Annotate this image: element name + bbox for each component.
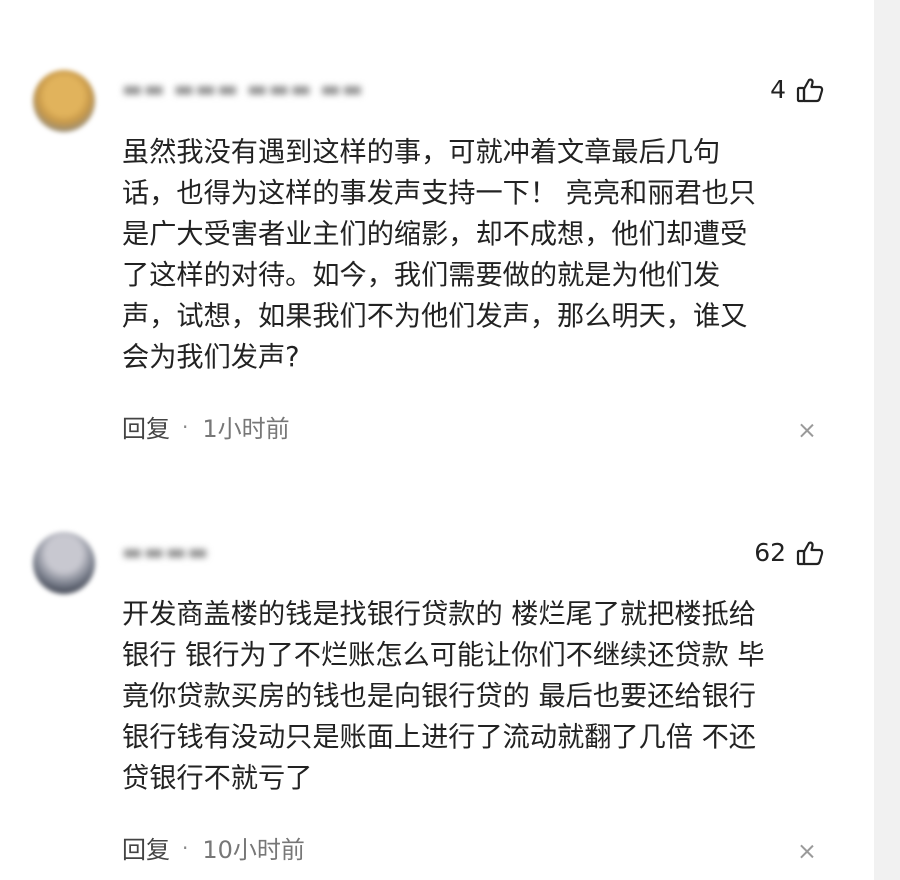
like-button[interactable]: 62 — [754, 538, 824, 567]
comment-line: 是广大受害者业主们的缩影，却不成想，他们却遭受 — [122, 219, 748, 250]
comment-line: 话，也得为这样的事发声支持一下！ 亮亮和丽君也只 — [122, 178, 756, 209]
like-count: 62 — [754, 538, 786, 567]
like-count: 4 — [770, 75, 786, 104]
close-icon[interactable] — [800, 844, 814, 858]
comment-item: ▬▬▬▬ 62 开发商盖楼的钱是找银行贷款的 楼烂尾了就把楼抵给 银行 银行为了… — [0, 470, 874, 880]
comment-text: 开发商盖楼的钱是找银行贷款的 楼烂尾了就把楼抵给 银行 银行为了不烂账怎么可能让… — [122, 594, 822, 799]
separator-dot: · — [182, 835, 189, 860]
comment-line: 虽然我没有遇到这样的事，可就冲着文章最后几句 — [122, 137, 721, 168]
reply-button[interactable]: 回复 — [122, 830, 170, 865]
comment-meta: 回复 · 10小时前 — [122, 830, 305, 865]
separator-dot: · — [182, 414, 189, 439]
username-blurred[interactable]: ▬▬▬▬ — [122, 540, 209, 565]
timestamp: 10小时前 — [202, 836, 305, 864]
reply-button[interactable]: 回复 — [122, 409, 170, 444]
comment-text: 虽然我没有遇到这样的事，可就冲着文章最后几句 话，也得为这样的事发声支持一下！ … — [122, 132, 822, 378]
timestamp: 1小时前 — [202, 415, 290, 443]
comment-meta: 回复 · 1小时前 — [122, 409, 290, 444]
avatar[interactable] — [33, 532, 95, 594]
comment-line: 竟你贷款买房的钱也是向银行贷的 最后也要还给银行 — [122, 681, 756, 712]
comment-line: 银行 银行为了不烂账怎么可能让你们不继续还贷款 毕 — [122, 640, 765, 671]
comment-line: 声，试想，如果我们不为他们发声，那么明天，谁又 — [122, 301, 748, 332]
username-blurred[interactable]: ▬▬ ▬▬▬ ▬▬▬ ▬▬ — [122, 77, 364, 102]
thumbs-up-icon — [796, 539, 824, 567]
scrollbar-track[interactable] — [874, 0, 900, 880]
thumbs-up-icon — [796, 76, 824, 104]
comment-line: 了这样的对待。如今，我们需要做的就是为他们发 — [122, 260, 721, 291]
comment-line: 开发商盖楼的钱是找银行贷款的 楼烂尾了就把楼抵给 — [122, 599, 756, 630]
avatar[interactable] — [33, 70, 95, 132]
comment-item: ▬▬ ▬▬▬ ▬▬▬ ▬▬ 4 虽然我没有遇到这样的事，可就冲着文章最后几句 话… — [0, 0, 874, 470]
like-button[interactable]: 4 — [770, 75, 824, 104]
comment-line: 会为我们发声? — [122, 342, 300, 373]
comment-line: 贷银行不就亏了 — [122, 763, 313, 794]
close-icon[interactable] — [800, 423, 814, 437]
comment-line: 银行钱有没动只是账面上进行了流动就翻了几倍 不还 — [122, 722, 756, 753]
